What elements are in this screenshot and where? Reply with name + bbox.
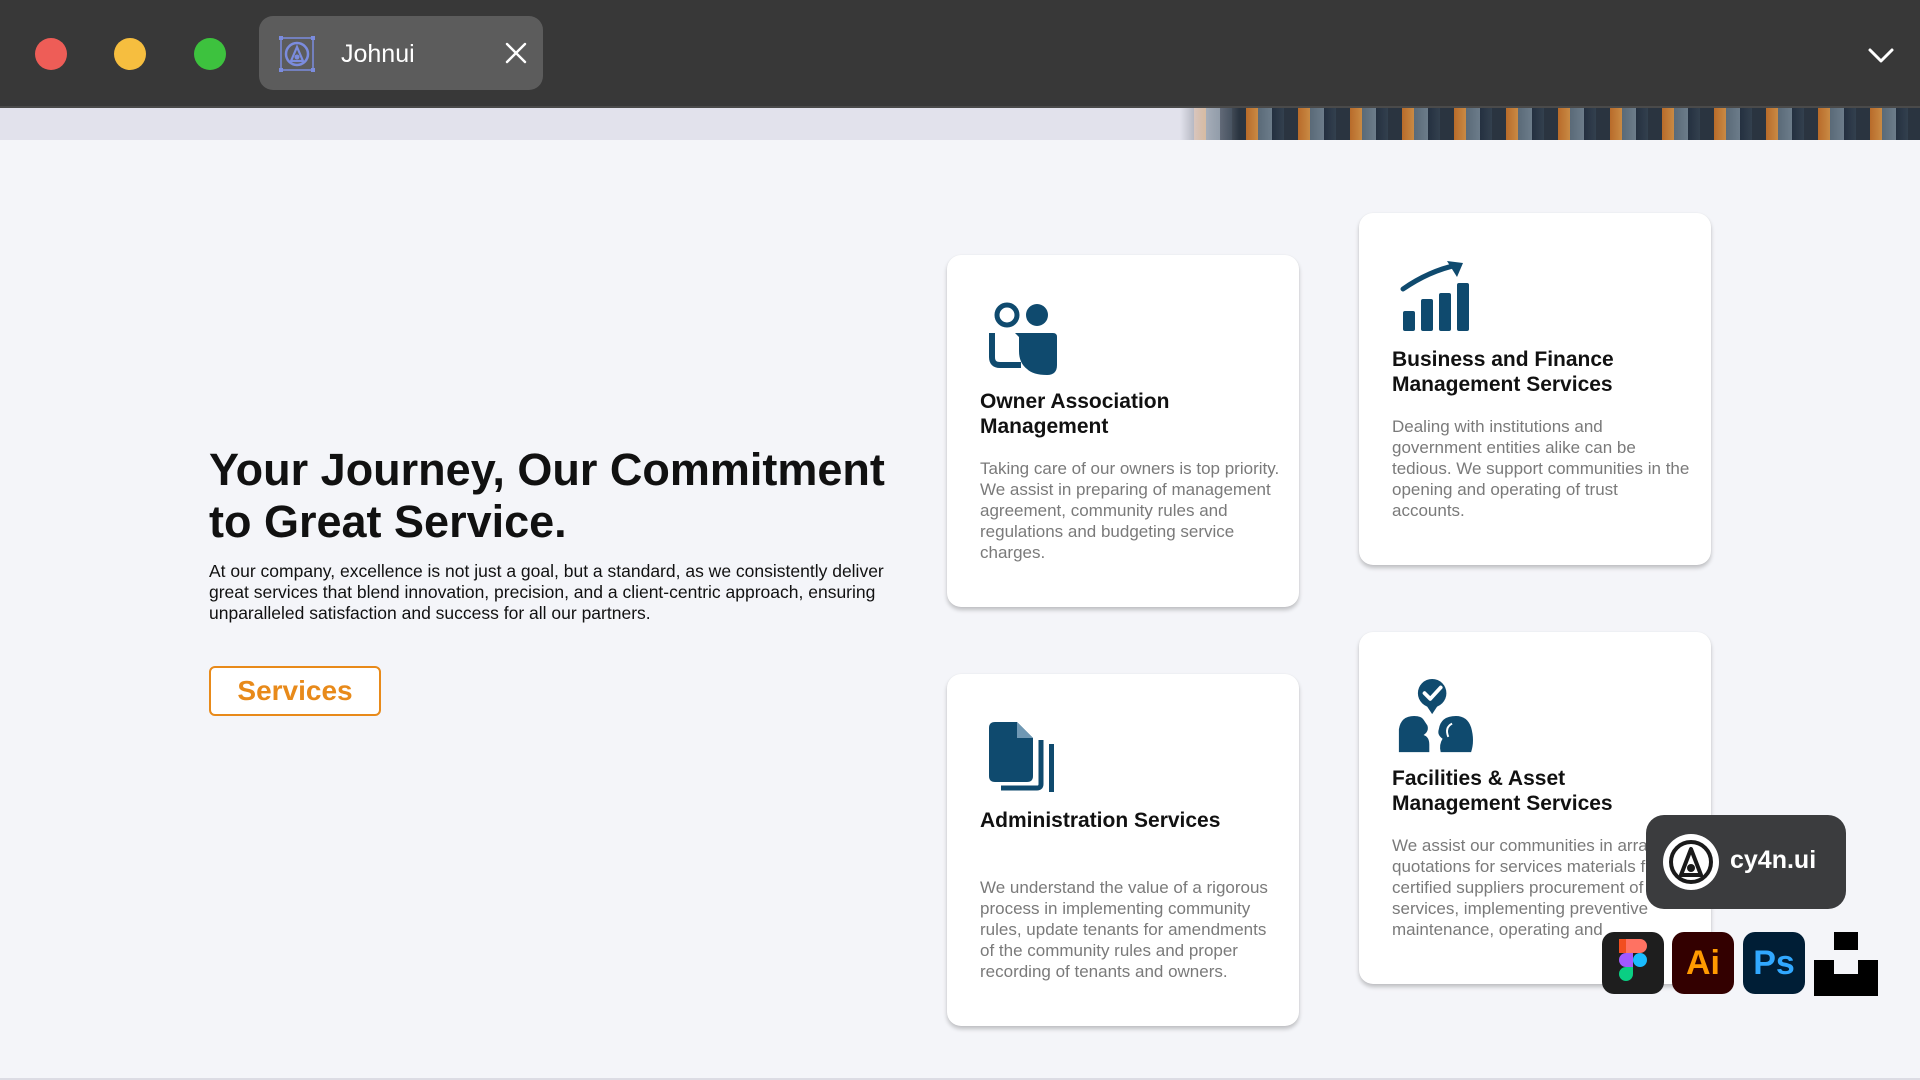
service-card-business-finance[interactable]: Business and Finance Management Services… bbox=[1359, 213, 1711, 565]
chevron-down-icon[interactable] bbox=[1864, 38, 1898, 72]
card-title: Facilities & Asset Management Services bbox=[1392, 767, 1613, 815]
illustrator-icon: Ai bbox=[1672, 932, 1734, 994]
documents-icon bbox=[989, 722, 1054, 792]
card-title: Administration Services bbox=[980, 809, 1221, 832]
site-favicon-icon bbox=[279, 36, 315, 72]
card-description: Dealing with institutions and government… bbox=[1392, 417, 1690, 520]
maximize-window-button[interactable] bbox=[194, 38, 226, 70]
card-description: We understand the value of a rigorous pr… bbox=[980, 878, 1268, 981]
figma-icon bbox=[1602, 932, 1664, 994]
photoshop-label: Ps bbox=[1753, 943, 1795, 982]
growth-chart-icon bbox=[1400, 261, 1469, 331]
minimize-window-button[interactable] bbox=[114, 38, 146, 70]
browser-tab[interactable]: Johnui bbox=[259, 16, 543, 90]
brand-logo-icon bbox=[1663, 834, 1719, 890]
building-photo bbox=[1180, 108, 1920, 140]
photoshop-icon: Ps bbox=[1743, 932, 1805, 994]
card-description: Taking care of our owners is top priorit… bbox=[980, 459, 1280, 562]
service-card-owner-association[interactable]: Owner Association Management Taking care… bbox=[947, 255, 1299, 607]
close-window-button[interactable] bbox=[35, 38, 67, 70]
illustrator-label: Ai bbox=[1686, 943, 1720, 982]
hero-title: Your Journey, Our Commitment to Great Se… bbox=[209, 444, 885, 547]
hero-description: At our company, excellence is not just a… bbox=[209, 561, 884, 623]
unsplash-icon bbox=[1814, 932, 1878, 996]
header-banner bbox=[0, 108, 1920, 140]
card-title: Business and Finance Management Services bbox=[1392, 348, 1614, 396]
card-title: Owner Association Management bbox=[980, 390, 1170, 438]
browser-titlebar: Johnui bbox=[0, 0, 1920, 108]
brand-watermark: cy4n.ui bbox=[1646, 815, 1846, 909]
consultation-icon bbox=[1398, 678, 1473, 753]
service-card-administration[interactable]: Administration Services We understand th… bbox=[947, 674, 1299, 1026]
people-icon bbox=[989, 302, 1057, 375]
brand-name: cy4n.ui bbox=[1730, 846, 1817, 874]
close-tab-icon[interactable] bbox=[499, 36, 533, 70]
tab-title: Johnui bbox=[341, 40, 415, 68]
services-button[interactable]: Services bbox=[209, 666, 381, 716]
